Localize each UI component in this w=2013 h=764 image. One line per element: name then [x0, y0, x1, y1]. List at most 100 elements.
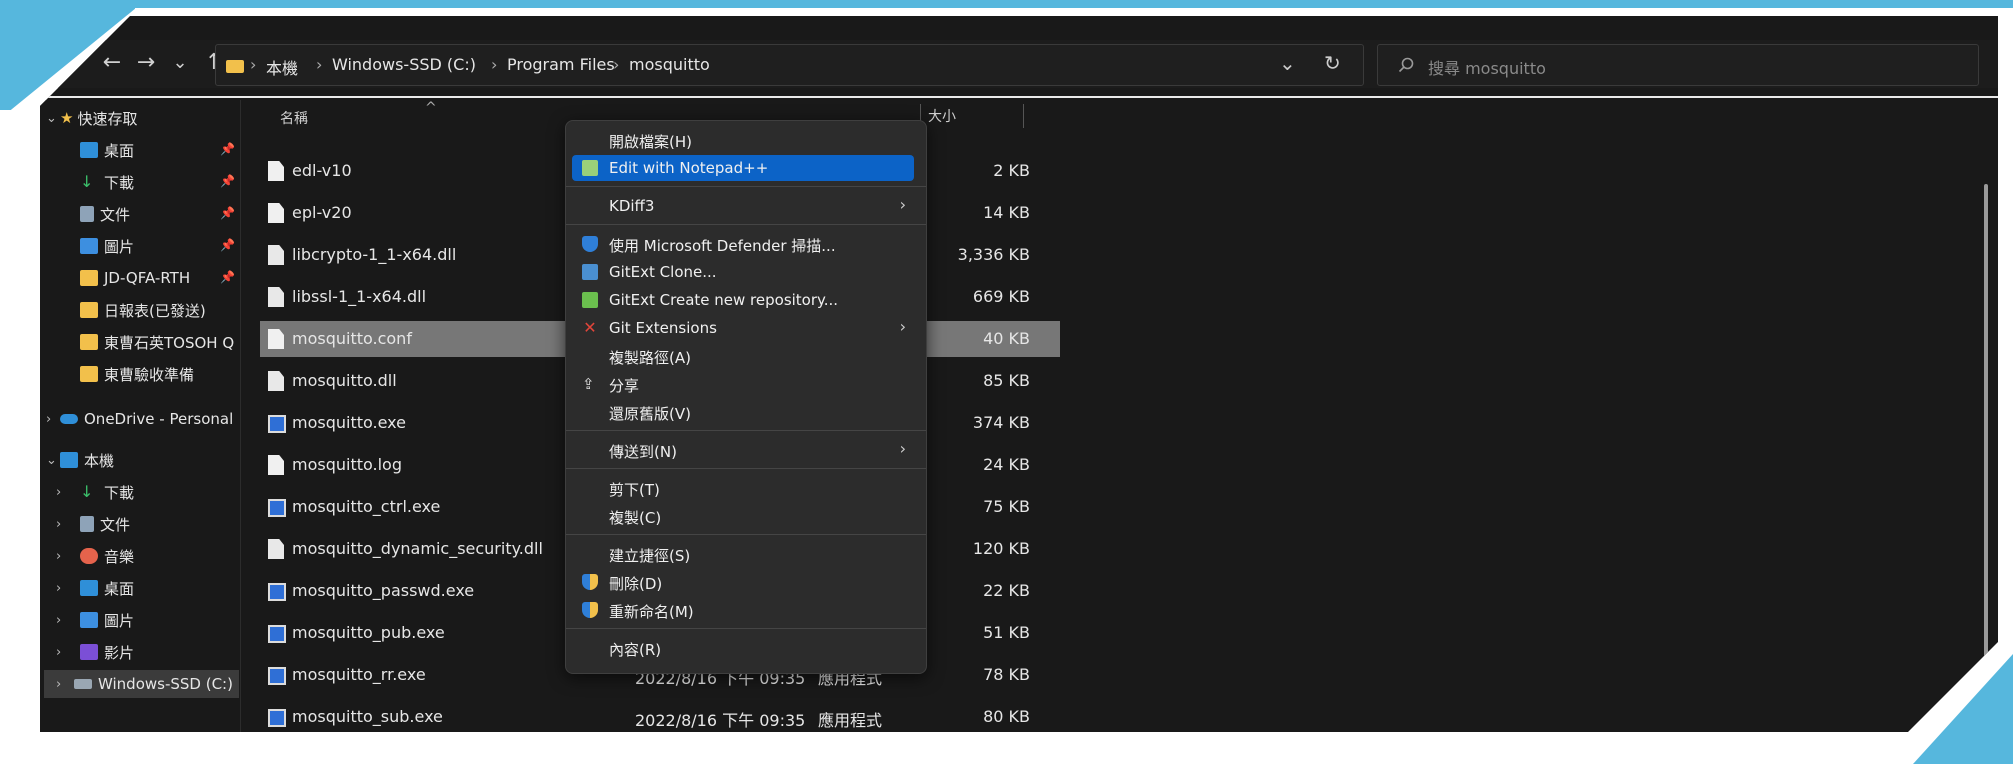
address-bar[interactable]: › 本機 › Windows-SSD (C:) › Program Files … — [215, 44, 1364, 86]
recent-locations-button[interactable]: ⌄ — [166, 49, 194, 77]
menu-item-share[interactable]: ⇪ 分享 — [572, 371, 914, 397]
breadcrumb-drive[interactable]: Windows-SSD (C:) — [332, 55, 476, 74]
file-name: libssl-1_1-x64.dll — [292, 287, 427, 306]
breadcrumb-this-pc[interactable]: 本機 — [266, 55, 298, 79]
file-size: 51 KB — [983, 623, 1030, 642]
download-icon: ↓ — [80, 482, 94, 501]
menu-item-edit-notepadpp[interactable]: Edit with Notepad++ — [572, 155, 914, 181]
sidebar-item-tosoh[interactable]: 東曹石英TOSOH Q — [80, 328, 234, 356]
submenu-chevron-icon: › — [899, 317, 906, 336]
gitext-create-icon — [582, 292, 598, 308]
menu-item-gitext-create-repo[interactable]: GitExt Create new repository... — [572, 287, 914, 313]
sidebar-pc-drive-c[interactable]: › Windows-SSD (C:) — [44, 670, 239, 698]
sidebar-pc-desktop[interactable]: › 桌面 — [56, 574, 134, 602]
menu-item-cut[interactable]: 剪下(T) — [572, 475, 914, 501]
navigation-pane: ⌄ ★ 快速存取 桌面 📌 ↓ 下載 📌 文件 📌 圖片 📌 JD-QFA-RTH… — [40, 100, 241, 732]
menu-label: 使用 Microsoft Defender 掃描... — [609, 237, 836, 255]
sidebar-pc-documents[interactable]: › 文件 — [56, 510, 130, 538]
menu-item-gitext-clone[interactable]: GitExt Clone... — [572, 259, 914, 285]
back-button[interactable]: ← — [98, 49, 126, 77]
menu-item-copy[interactable]: 複製(C) — [572, 503, 914, 529]
pin-icon[interactable]: 📌 — [220, 206, 235, 220]
table-row[interactable]: mosquitto_sub.exe 2022/8/16 下午 09:35 應用程式 8… — [260, 699, 1060, 735]
pin-icon[interactable]: 📌 — [220, 270, 235, 284]
video-icon — [80, 644, 98, 660]
breadcrumb-mosquitto[interactable]: mosquitto — [629, 55, 710, 74]
file-size: 120 KB — [972, 539, 1030, 558]
menu-separator — [566, 628, 926, 629]
file-icon — [268, 203, 284, 223]
pin-icon[interactable]: 📌 — [220, 238, 235, 252]
notepadpp-icon — [582, 160, 598, 176]
file-name: mosquitto_pub.exe — [292, 623, 445, 642]
menu-label: 重新命名(M) — [609, 603, 694, 621]
column-header-name[interactable]: 名稱 — [280, 108, 308, 128]
column-separator — [1023, 104, 1024, 128]
menu-item-git-extensions[interactable]: ✕ Git Extensions › — [572, 315, 914, 341]
chevron-right-icon: › — [56, 516, 62, 532]
sidebar-pc-music[interactable]: › 音樂 — [56, 542, 134, 570]
picture-icon — [80, 612, 98, 628]
pin-icon[interactable]: 📌 — [220, 142, 235, 156]
sidebar-label: 文件 — [100, 515, 131, 534]
share-icon: ⇪ — [582, 375, 595, 393]
uac-shield-icon — [582, 602, 598, 618]
sidebar-item-jd-qfa-rth[interactable]: JD-QFA-RTH — [80, 264, 190, 292]
sidebar-quick-access[interactable]: ⌄ ★ 快速存取 — [46, 104, 137, 132]
sidebar-item-desktop[interactable]: 桌面 — [80, 136, 134, 164]
menu-item-properties[interactable]: 內容(R) — [572, 635, 914, 661]
file-icon — [268, 161, 284, 181]
chevron-right-icon: › — [56, 580, 62, 596]
breadcrumb-separator: › — [613, 55, 620, 74]
breadcrumb-program-files[interactable]: Program Files — [507, 55, 615, 74]
git-extensions-icon: ✕ — [583, 318, 597, 337]
menu-item-send-to[interactable]: 傳送到(N) › — [572, 437, 914, 463]
sidebar-pc-videos[interactable]: › 影片 — [56, 638, 134, 666]
sidebar-item-acceptance[interactable]: 東曹驗收準備 — [80, 360, 194, 388]
dll-file-icon — [268, 539, 284, 559]
desktop-icon — [80, 142, 98, 158]
forward-arrow-icon: → — [136, 50, 156, 75]
menu-item-delete[interactable]: 刪除(D) — [572, 569, 914, 595]
menu-item-rename[interactable]: 重新命名(M) — [572, 597, 914, 623]
address-dropdown-icon[interactable]: ⌄ — [1279, 51, 1296, 75]
sidebar-item-pictures[interactable]: 圖片 — [80, 232, 134, 260]
sidebar-label: JD-QFA-RTH — [104, 269, 191, 287]
sidebar-label: 快速存取 — [77, 109, 138, 128]
sidebar-label: 日報表(已發送) — [104, 301, 206, 320]
menu-item-restore-previous[interactable]: 還原舊版(V) — [572, 399, 914, 425]
menu-item-copy-path[interactable]: 複製路徑(A) — [572, 343, 914, 369]
menu-item-create-shortcut[interactable]: 建立捷徑(S) — [572, 541, 914, 567]
sidebar-onedrive[interactable]: › OneDrive - Personal — [46, 405, 233, 433]
file-icon — [268, 455, 284, 475]
menu-label: GitExt Clone... — [609, 263, 717, 281]
vertical-scrollbar[interactable] — [1984, 184, 1988, 704]
refresh-icon[interactable]: ↻ — [1324, 51, 1341, 75]
sidebar-item-documents[interactable]: 文件 — [80, 200, 130, 228]
sidebar-this-pc[interactable]: ⌄ 本機 — [46, 446, 114, 474]
sidebar-label: 文件 — [100, 205, 131, 224]
menu-item-open[interactable]: 開啟檔案(H) — [572, 127, 914, 153]
sidebar-item-daily-report[interactable]: 日報表(已發送) — [80, 296, 206, 324]
file-size: 40 KB — [983, 329, 1030, 348]
sidebar-item-downloads[interactable]: ↓ 下載 — [80, 168, 134, 196]
menu-label: GitExt Create new repository... — [609, 291, 839, 309]
menu-item-kdiff3[interactable]: KDiff3 › — [572, 193, 914, 219]
forward-button[interactable]: → — [132, 49, 160, 77]
menu-label: 還原舊版(V) — [609, 405, 691, 423]
sidebar-pc-pictures[interactable]: › 圖片 — [56, 606, 134, 634]
file-size: 14 KB — [983, 203, 1030, 222]
file-size: 374 KB — [972, 413, 1030, 432]
menu-separator — [566, 186, 926, 187]
sidebar-pc-downloads[interactable]: › ↓ 下載 — [56, 478, 134, 506]
column-header-size[interactable]: 大小 — [928, 106, 956, 126]
back-arrow-icon: ← — [102, 50, 122, 75]
menu-label: 傳送到(N) — [609, 443, 677, 461]
menu-item-defender-scan[interactable]: 使用 Microsoft Defender 掃描... — [572, 231, 914, 257]
shield-icon — [582, 236, 598, 252]
chevron-down-icon: ⌄ — [172, 52, 188, 73]
picture-icon — [80, 238, 98, 254]
chevron-down-icon: ⌄ — [46, 452, 57, 468]
pin-icon[interactable]: 📌 — [220, 174, 235, 188]
search-box[interactable]: 搜尋 mosquitto — [1377, 44, 1979, 86]
